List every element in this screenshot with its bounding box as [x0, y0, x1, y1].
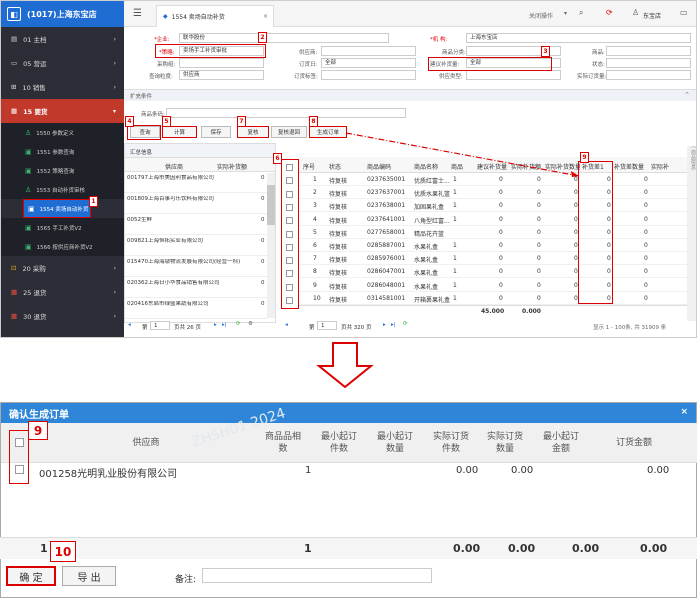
first-page-icon[interactable]: ◂ — [128, 322, 131, 328]
col-order-amount: 订货金额 — [615, 438, 652, 448]
col-min-amount: 最小起订金额 — [542, 432, 579, 454]
page-total: 页共 320 页 — [341, 325, 372, 331]
remark-label: 备注: — [175, 575, 197, 585]
confirm-button[interactable]: 确 定 — [6, 566, 56, 586]
flow-arrow — [345, 132, 580, 177]
col-goods-count: 商品品相数 — [264, 432, 301, 454]
footer-goods-count: 1 — [304, 542, 312, 555]
pager-first-label: 第 — [142, 325, 148, 331]
page-input[interactable]: 1 — [150, 321, 170, 330]
next-page-icon[interactable]: ▸ — [383, 322, 386, 328]
col-actual-qty: 实际订货数量 — [486, 432, 523, 454]
left-pager: ◂ 第 1 页共 26 页 ▸ ▸| ⟳ ⚙ — [124, 321, 276, 333]
export-label: 导 出 — [77, 572, 101, 584]
pager-summary: 显示 1 - 100条, 共 31909 条 — [593, 325, 667, 331]
checkbox-highlight — [9, 430, 29, 484]
row-order-amount: 0.00 — [647, 465, 670, 476]
callout-10: 10 — [50, 541, 76, 562]
footer-actual-qty: 0.00 — [508, 542, 536, 555]
export-button[interactable]: 导 出 — [62, 566, 116, 586]
confirm-label: 确 定 — [19, 572, 43, 584]
table-row[interactable]: 001258光明乳业股份有限公司 1 0.00 0.00 0.00 — [1, 463, 697, 481]
last-page-icon[interactable]: ▸| — [391, 322, 396, 328]
right-pager: ◂ 第 1 页共 320 页 ▸ ▸| ⟳ 显示 1 - 100条, 共 319… — [283, 321, 688, 333]
pager-first-label: 第 — [309, 325, 315, 331]
footer-count: 1 — [40, 542, 48, 555]
row-actual-qty: 0.00 — [511, 465, 534, 476]
first-page-icon[interactable]: ◂ — [285, 322, 288, 328]
row-actual-pieces: 0.00 — [456, 465, 479, 476]
refresh-icon[interactable]: ⟳ — [236, 321, 241, 327]
last-page-icon[interactable]: ▸| — [222, 322, 227, 328]
next-page-icon[interactable]: ▸ — [214, 322, 217, 328]
dialog-title: 确认生成订单 — [9, 409, 69, 421]
refresh-icon[interactable]: ⟳ — [403, 321, 408, 327]
col-min-pieces: 最小起订件数 — [320, 432, 357, 454]
close-icon[interactable]: × — [680, 407, 688, 417]
row-goods-count: 1 — [305, 465, 312, 476]
dialog-footer: 1 1 0.00 0.00 0.00 0.00 — [0, 537, 697, 559]
footer-order-amount: 0.00 — [640, 542, 668, 555]
dialog-header: 供应商 商品品相数 最小起订件数 最小起订数量 实际订货件数 实际订货数量 最小… — [1, 423, 697, 463]
footer-actual-pieces: 0.00 — [453, 542, 481, 555]
main-window: ◧ (1017)上海东宝店 ▤ 01 主档 › ▭ 05 营运 › ⊞ 10 销售 › ▦ 1… — [0, 0, 697, 338]
callout-9: 9 — [28, 421, 48, 440]
page-total: 页共 26 页 — [174, 325, 201, 331]
settings-icon[interactable]: ⚙ — [248, 321, 253, 327]
down-arrow-icon — [316, 342, 374, 388]
row-supplier: 001258光明乳业股份有限公司 — [39, 469, 178, 480]
footer-min-amount: 0.00 — [572, 542, 600, 555]
dialog-titlebar: 确认生成订单 × — [1, 403, 696, 423]
page-input[interactable]: 1 — [317, 321, 337, 330]
col-min-qty: 最小起订数量 — [376, 432, 413, 454]
col-actual-pieces: 实际订货件数 — [432, 432, 469, 454]
remark-input[interactable] — [202, 568, 432, 583]
